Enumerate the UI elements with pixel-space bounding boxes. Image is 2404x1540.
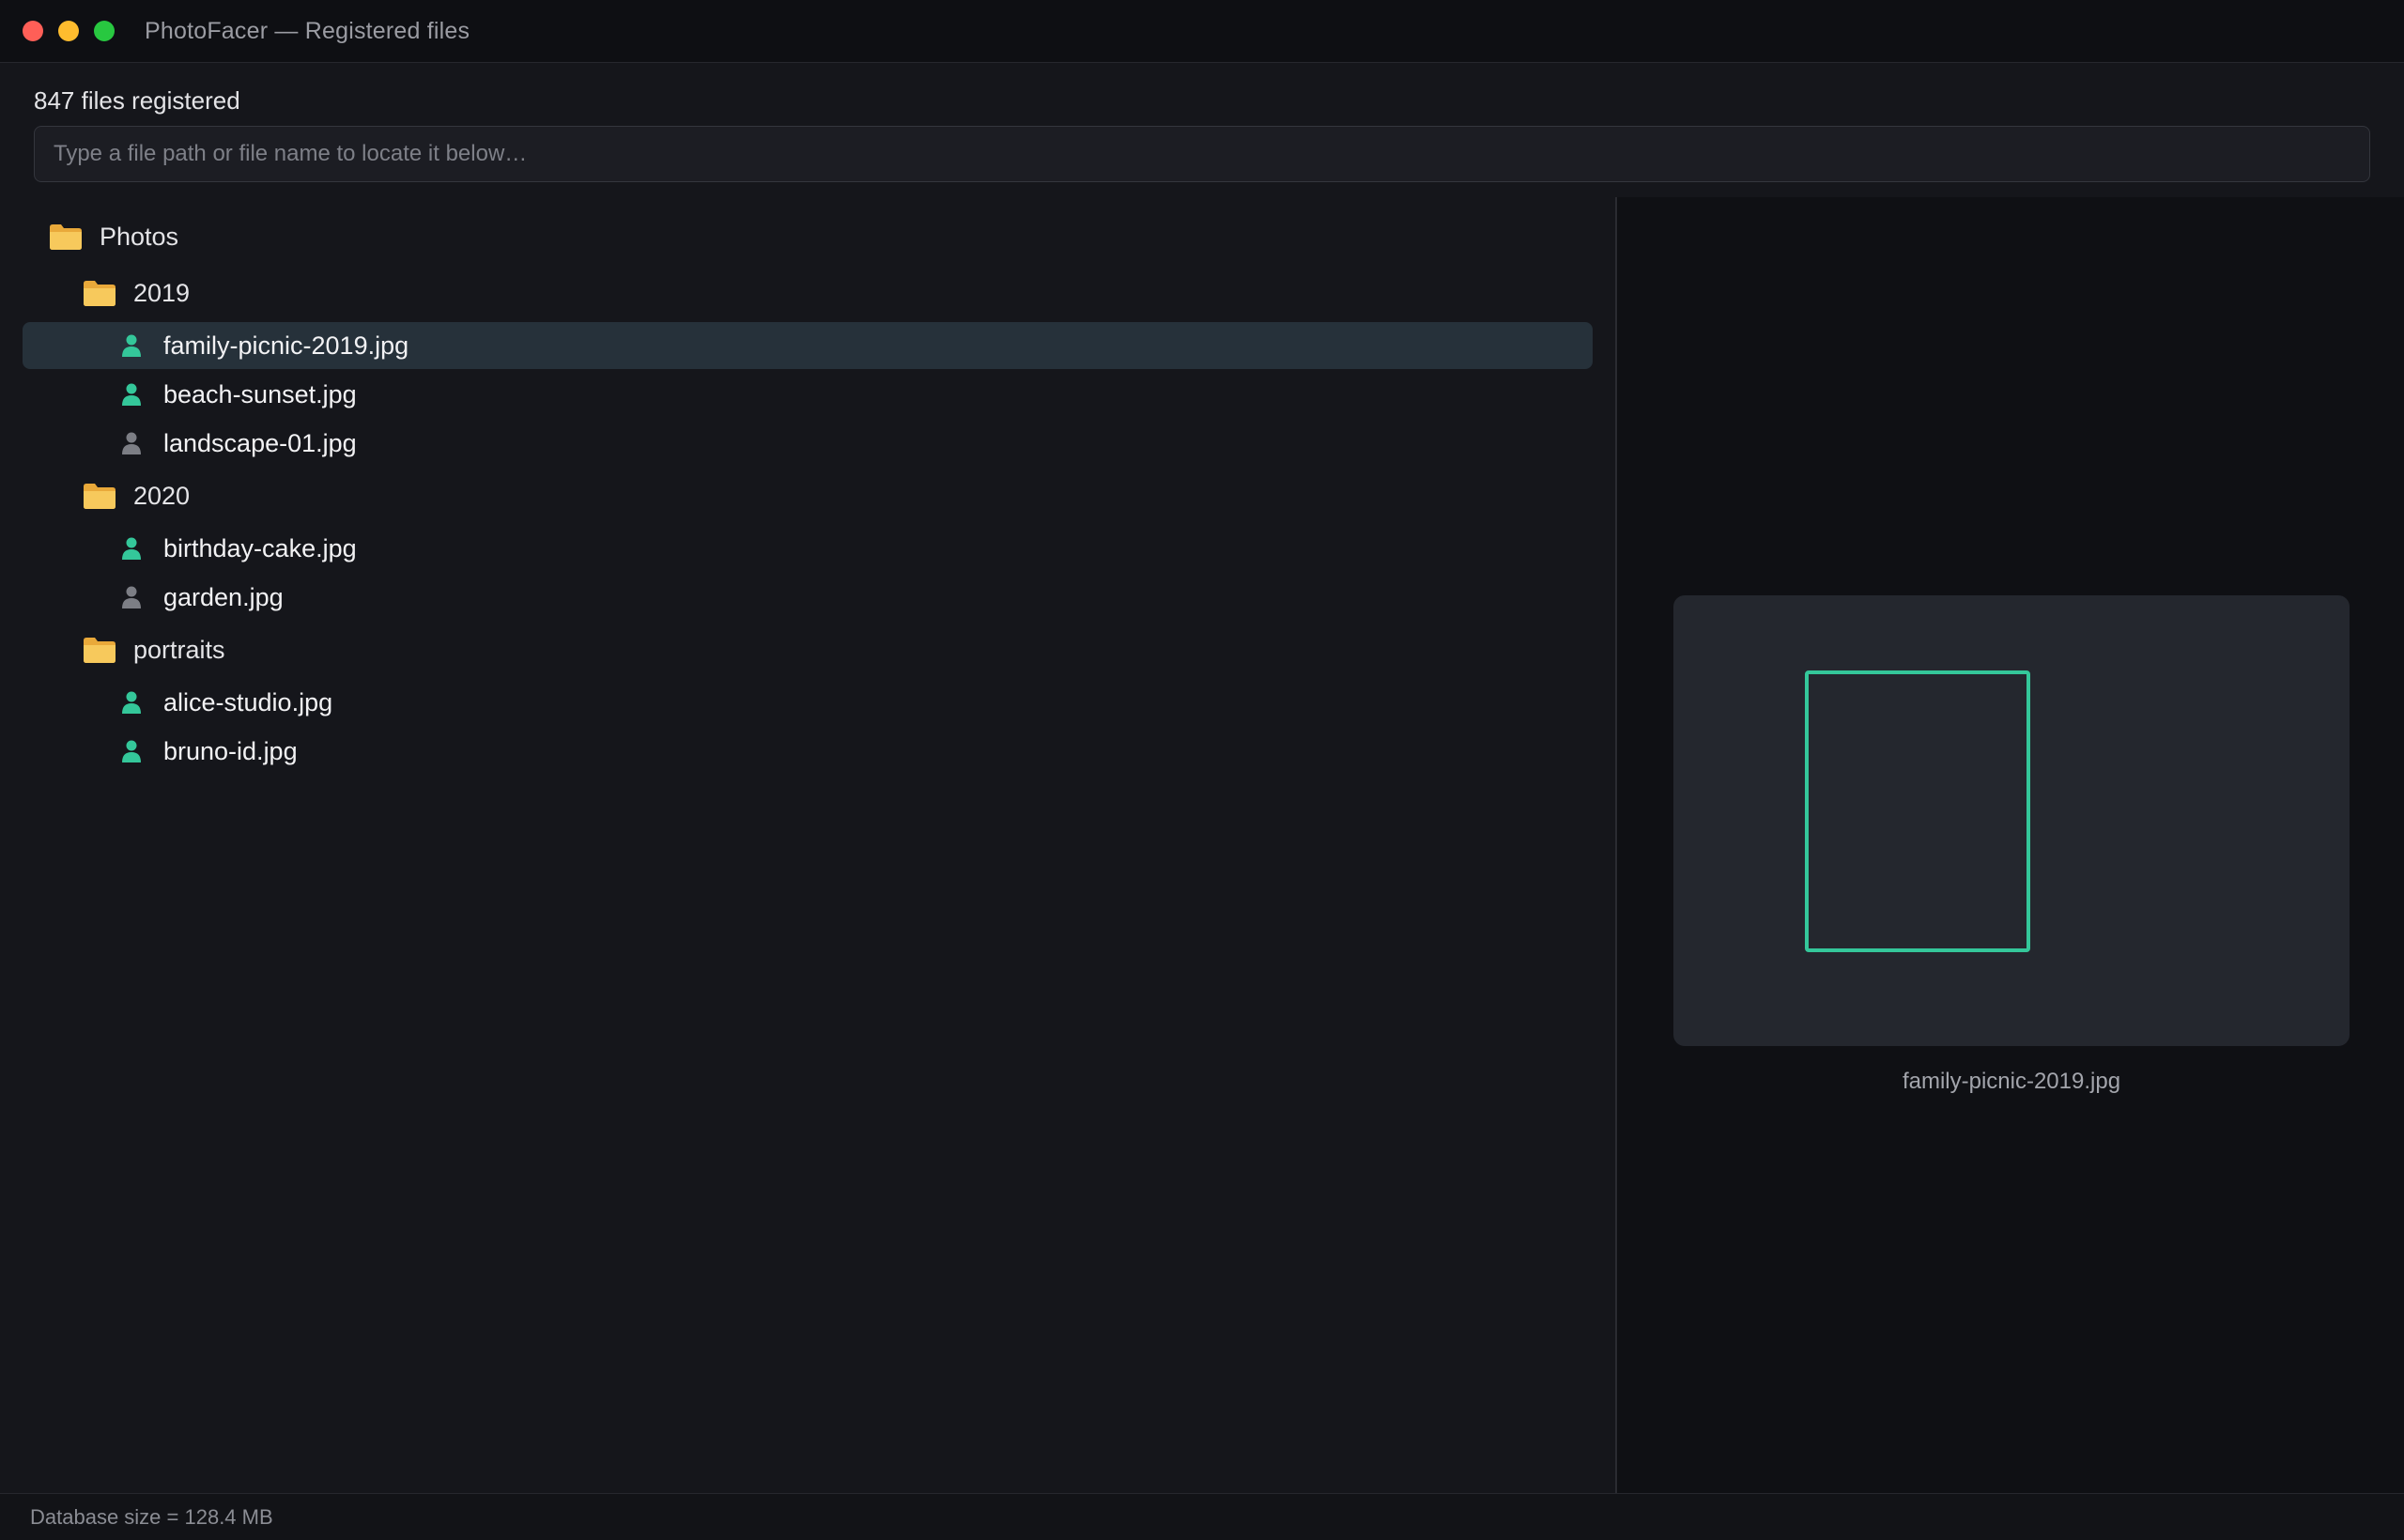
folder-icon — [83, 636, 116, 664]
face-detected-icon — [120, 690, 143, 715]
face-detected-icon — [120, 382, 143, 407]
tree-file-alice-studio[interactable]: alice-studio.jpg — [120, 679, 332, 726]
tree-folder-label: Photos — [100, 222, 179, 251]
maximize-window-button[interactable] — [94, 21, 115, 41]
tree-file-label: family-picnic-2019.jpg — [163, 331, 409, 360]
tree-file-label: landscape-01.jpg — [163, 428, 357, 457]
face-bounding-box[interactable] — [1805, 670, 2030, 952]
tree-file-label: beach-sunset.jpg — [163, 379, 357, 408]
tree-file-label: birthday-cake.jpg — [163, 533, 357, 562]
folder-icon — [83, 482, 116, 510]
minimize-window-button[interactable] — [58, 21, 79, 41]
tree-folder-label: portraits — [133, 635, 225, 664]
face-detected-icon — [120, 333, 143, 358]
title-bar: PhotoFacer — Registered files — [0, 0, 2404, 63]
file-count-label: 847 files registered — [34, 86, 240, 115]
tree-file-landscape-01[interactable]: landscape-01.jpg — [120, 420, 357, 467]
tree-folder-label: 2019 — [133, 278, 191, 307]
tree-folder-2019[interactable]: 2019 — [83, 270, 190, 316]
tree-file-family-picnic-2019[interactable]: family-picnic-2019.jpg — [120, 322, 408, 369]
tree-file-beach-sunset[interactable]: beach-sunset.jpg — [120, 371, 357, 418]
tree-file-label: alice-studio.jpg — [163, 687, 333, 716]
close-window-button[interactable] — [23, 21, 43, 41]
tree-folder-portraits[interactable]: portraits — [83, 626, 225, 673]
tree-folder-label: 2020 — [133, 481, 191, 510]
tree-file-label: bruno-id.jpg — [163, 736, 298, 765]
folder-icon — [83, 279, 116, 307]
status-bar: Database size = 128.4 MB — [0, 1493, 2404, 1540]
preview-caption: family-picnic-2019.jpg — [1902, 1069, 2121, 1094]
no-face-icon — [120, 431, 143, 455]
face-detected-icon — [120, 739, 143, 763]
window-title: PhotoFacer — Registered files — [145, 18, 470, 44]
tree-file-birthday-cake[interactable]: birthday-cake.jpg — [120, 525, 357, 572]
no-face-icon — [120, 585, 143, 609]
face-detected-icon — [120, 536, 143, 561]
tree-folder-2020[interactable]: 2020 — [83, 472, 190, 519]
tree-file-garden[interactable]: garden.jpg — [120, 574, 284, 621]
database-size-label: Database size = 128.4 MB — [30, 1505, 273, 1529]
search-input[interactable] — [34, 126, 2370, 182]
tree-file-bruno-id[interactable]: bruno-id.jpg — [120, 728, 298, 775]
tree-folder-photos[interactable]: Photos — [49, 213, 178, 260]
tree-file-label: garden.jpg — [163, 582, 284, 611]
folder-icon — [49, 223, 83, 251]
